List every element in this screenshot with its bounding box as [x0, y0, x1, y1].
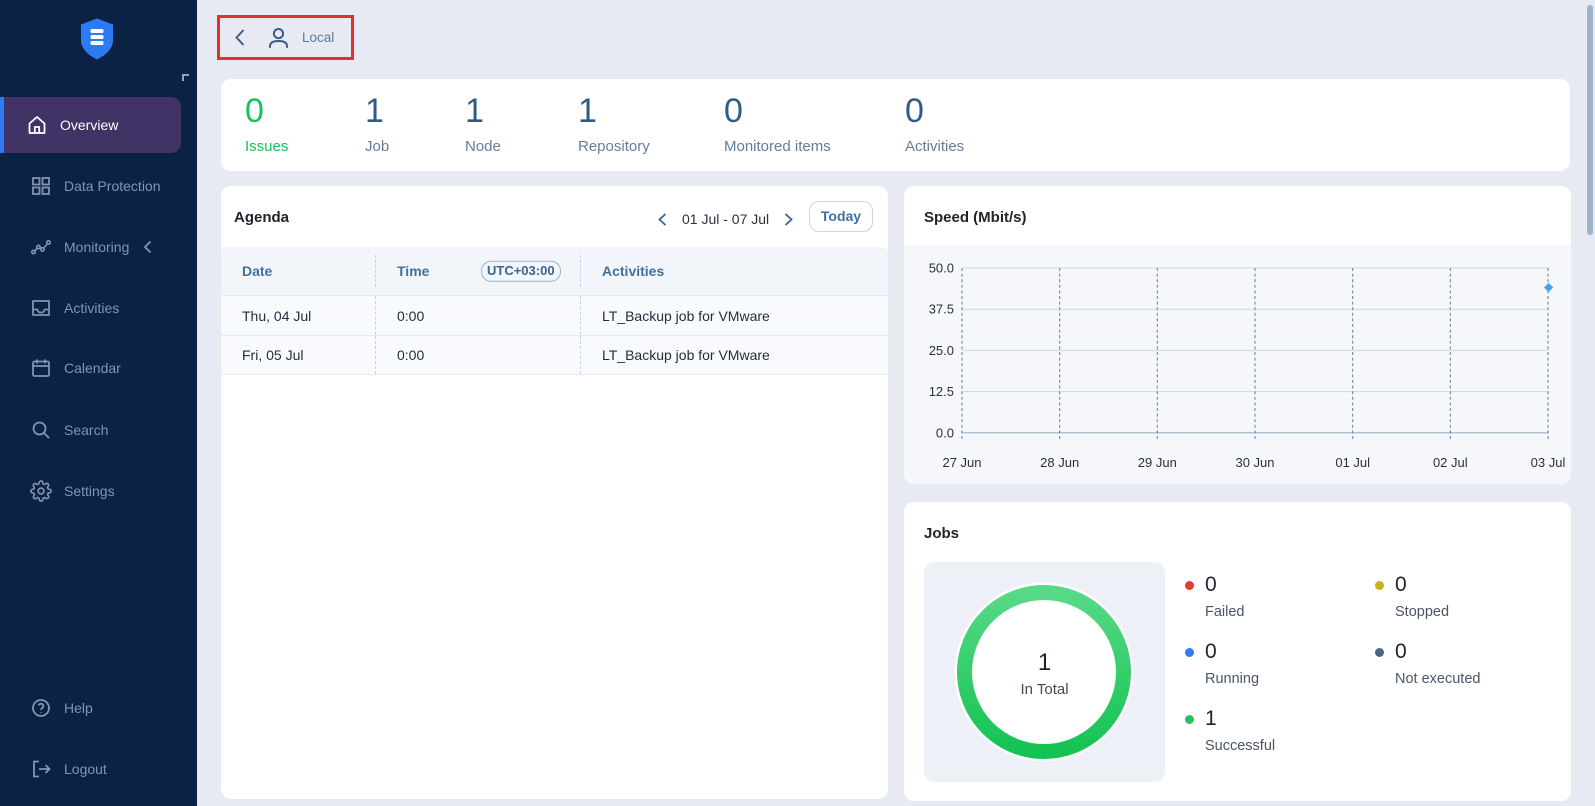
- svg-text:01 Jul: 01 Jul: [1335, 455, 1370, 470]
- svg-text:25.0: 25.0: [929, 343, 954, 358]
- svg-text:02 Jul: 02 Jul: [1433, 455, 1468, 470]
- svg-text:12.5: 12.5: [929, 384, 954, 399]
- svg-text:03 Jul: 03 Jul: [1531, 455, 1566, 470]
- svg-text:37.5: 37.5: [929, 302, 954, 317]
- svg-text:0.0: 0.0: [936, 425, 954, 440]
- svg-text:30 Jun: 30 Jun: [1235, 455, 1274, 470]
- svg-text:50.0: 50.0: [929, 261, 954, 276]
- svg-text:27 Jun: 27 Jun: [942, 455, 981, 470]
- svg-text:28 Jun: 28 Jun: [1040, 455, 1079, 470]
- svg-text:29 Jun: 29 Jun: [1138, 455, 1177, 470]
